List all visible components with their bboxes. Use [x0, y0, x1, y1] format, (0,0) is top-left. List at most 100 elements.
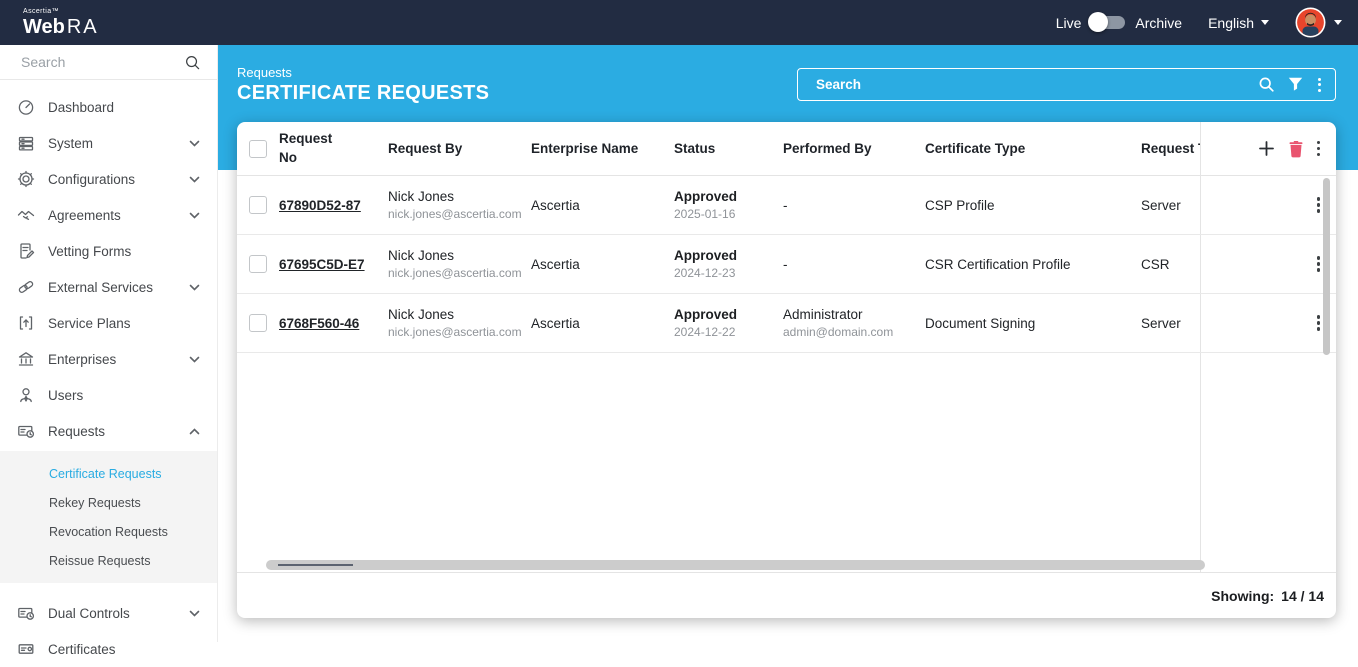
table-row[interactable]: 67695C5D-E7 Nick Jones nick.jones@ascerti…: [237, 235, 1336, 294]
horizontal-scrollbar[interactable]: [266, 560, 1205, 570]
breadcrumb: Requests: [237, 65, 292, 80]
search-icon[interactable]: [1258, 76, 1275, 93]
request-no-link[interactable]: 67890D52-87: [279, 198, 361, 213]
request-card-icon: [17, 422, 35, 440]
gear-icon: [17, 170, 35, 188]
sidebar-item-label: Configurations: [48, 171, 136, 187]
brand-superscript: Ascertia™: [23, 8, 59, 15]
showing-label: Showing:: [1211, 587, 1275, 604]
sidebar-item-service-plans[interactable]: Service Plans: [0, 305, 217, 341]
certificate-type-cell: CSP Profile: [925, 197, 995, 213]
user-menu[interactable]: [1295, 7, 1342, 38]
dashboard-icon: [17, 98, 35, 116]
chevron-down-icon: [189, 284, 200, 291]
sidebar-item-certificate-requests[interactable]: Certificate Requests: [0, 459, 217, 488]
sidebar: Dashboard System Configurations Agreemen…: [0, 45, 218, 657]
showing-value: 14 / 14: [1281, 587, 1324, 604]
table-row[interactable]: 67890D52-87 Nick Jones nick.jones@ascerti…: [237, 176, 1336, 235]
certificate-type-cell: Document Signing: [925, 315, 1036, 331]
status-cell: Approved 2025-01-16: [674, 189, 738, 221]
sidebar-item-enterprises[interactable]: Enterprises: [0, 341, 217, 377]
sidebar-item-requests[interactable]: Requests: [0, 413, 217, 449]
sidebar-search: [0, 45, 217, 80]
row-checkbox[interactable]: [249, 314, 267, 332]
delete-button[interactable]: [1286, 139, 1306, 159]
table-options-menu-icon[interactable]: [1315, 139, 1323, 159]
column-header-request-no[interactable]: Request No: [279, 130, 388, 166]
sidebar-search-input[interactable]: [19, 53, 184, 71]
horizontal-scrollbar-thumb[interactable]: [278, 564, 353, 566]
brand-title: Web RA: [23, 16, 99, 38]
performed-by-cell: Administrator admin@domain.com: [783, 307, 894, 339]
select-all-checkbox[interactable]: [249, 139, 267, 158]
sidebar-item-label: Requests: [48, 423, 106, 439]
page-title: CERTIFICATE REQUESTS: [237, 82, 490, 104]
main-content: Requests CERTIFICATE REQUESTS Request No…: [218, 45, 1358, 642]
column-header-certificate-type[interactable]: Certificate Type: [925, 141, 1141, 156]
chevron-down-icon: [1334, 20, 1342, 25]
status-cell: Approved 2024-12-23: [674, 248, 738, 280]
column-header-request-type[interactable]: Request Type: [1141, 141, 1200, 156]
add-request-button[interactable]: [1257, 139, 1277, 159]
request-no-link[interactable]: 67695C5D-E7: [279, 257, 365, 272]
sidebar-item-revocation-requests[interactable]: Revocation Requests: [0, 517, 217, 546]
request-by-cell: Nick Jones nick.jones@ascertia.com: [388, 248, 522, 280]
toggle-knob[interactable]: [1088, 12, 1109, 32]
sidebar-item-label: Service Plans: [48, 315, 131, 331]
sidebar-item-users[interactable]: Users: [0, 377, 217, 413]
row-checkbox[interactable]: [249, 196, 267, 214]
sidebar-item-label: System: [48, 135, 94, 151]
table-search-input[interactable]: [814, 76, 1258, 93]
sidebar-item-system[interactable]: System: [0, 125, 217, 161]
live-label: Live: [1055, 14, 1082, 31]
language-selector[interactable]: English: [1208, 15, 1269, 31]
live-archive-toggle[interactable]: [1088, 12, 1126, 32]
search-icon[interactable]: [184, 54, 201, 71]
table-search-box: [797, 68, 1336, 101]
request-no-link[interactable]: 6768F560-46: [279, 316, 359, 331]
row-options-menu-icon[interactable]: [1315, 313, 1323, 333]
column-header-request-by[interactable]: Request By: [388, 141, 531, 156]
performed-by-cell: -: [783, 256, 788, 272]
column-header-performed-by[interactable]: Performed By: [783, 141, 925, 156]
sidebar-item-label: Certificates: [48, 641, 116, 657]
handshake-icon: [17, 206, 35, 224]
row-checkbox[interactable]: [249, 255, 267, 273]
avatar[interactable]: [1295, 7, 1326, 38]
sidebar-item-dual-controls[interactable]: Dual Controls: [0, 595, 217, 631]
vertical-scrollbar[interactable]: [1323, 178, 1330, 355]
sidebar-item-vetting-forms[interactable]: Vetting Forms: [0, 233, 217, 269]
user-icon: [17, 386, 35, 404]
service-plan-icon: [17, 314, 35, 332]
sidebar-item-certificates[interactable]: Certificates: [0, 631, 217, 667]
chevron-down-icon: [189, 212, 200, 219]
table-footer: Showing: 14 / 14: [237, 572, 1336, 618]
certificate-requests-table-card: Request No Request By Enterprise Name St…: [237, 122, 1336, 618]
sidebar-item-configurations[interactable]: Configurations: [0, 161, 217, 197]
sidebar-item-agreements[interactable]: Agreements: [0, 197, 217, 233]
link-icon: [17, 278, 35, 296]
certificate-icon: [17, 640, 35, 658]
enterprise-cell: Ascertia: [531, 315, 580, 331]
filter-icon[interactable]: [1288, 77, 1303, 92]
row-options-menu-icon[interactable]: [1315, 195, 1323, 215]
request-type-cell: CSR: [1141, 256, 1170, 272]
request-type-cell: Server: [1141, 197, 1181, 213]
row-options-menu-icon[interactable]: [1315, 254, 1323, 274]
sidebar-item-reissue-requests[interactable]: Reissue Requests: [0, 546, 217, 575]
sidebar-item-dashboard[interactable]: Dashboard: [0, 89, 217, 125]
sidebar-item-external-services[interactable]: External Services: [0, 269, 217, 305]
bank-icon: [17, 350, 35, 368]
chevron-down-icon: [189, 610, 200, 617]
kebab-menu-icon[interactable]: [1316, 76, 1323, 94]
request-by-cell: Nick Jones nick.jones@ascertia.com: [388, 307, 522, 339]
request-type-cell: Server: [1141, 315, 1181, 331]
column-header-enterprise-name[interactable]: Enterprise Name: [531, 141, 674, 156]
column-header-status[interactable]: Status: [674, 141, 783, 156]
sidebar-item-label: Vetting Forms: [48, 243, 132, 259]
request-by-cell: Nick Jones nick.jones@ascertia.com: [388, 189, 522, 221]
requests-submenu: Certificate Requests Rekey Requests Revo…: [0, 451, 217, 583]
sidebar-item-rekey-requests[interactable]: Rekey Requests: [0, 488, 217, 517]
table-row[interactable]: 6768F560-46 Nick Jones nick.jones@ascerti…: [237, 294, 1336, 353]
certificate-type-cell: CSR Certification Profile: [925, 256, 1071, 272]
